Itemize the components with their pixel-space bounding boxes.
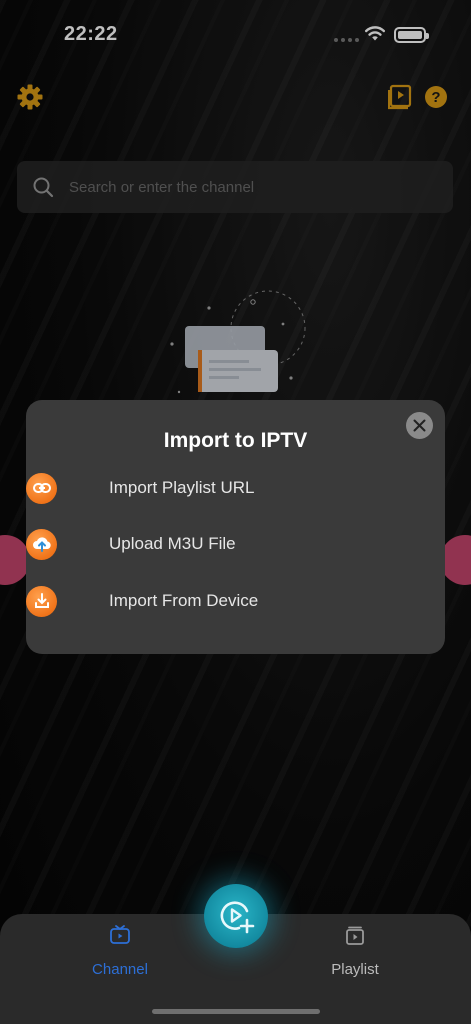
link-icon bbox=[26, 472, 57, 504]
tab-channel[interactable]: Channel bbox=[70, 924, 170, 978]
screen: 22:22 ? Search or enter the channel Impo… bbox=[0, 0, 471, 1024]
option-label: Import Playlist URL bbox=[109, 478, 255, 497]
tv-icon bbox=[110, 925, 130, 944]
cloud-upload-icon bbox=[26, 528, 57, 560]
download-icon bbox=[26, 585, 57, 617]
close-button[interactable] bbox=[406, 412, 433, 439]
option-label: Import From Device bbox=[109, 591, 259, 610]
option-label: Upload M3U File bbox=[109, 534, 236, 553]
modal-title: Import to IPTV bbox=[163, 429, 308, 452]
play-add-icon bbox=[220, 901, 255, 934]
tab-playlist[interactable]: Playlist bbox=[305, 924, 405, 978]
playlist-icon bbox=[346, 926, 364, 945]
import-from-device-option[interactable]: Import From Device bbox=[26, 583, 386, 619]
upload-m3u-file-option[interactable]: Upload M3U File bbox=[26, 526, 386, 562]
add-playlist-button[interactable] bbox=[204, 884, 268, 948]
tab-label: Playlist bbox=[331, 961, 379, 978]
home-indicator bbox=[152, 1009, 320, 1014]
tab-label: Channel bbox=[92, 961, 148, 978]
close-icon bbox=[413, 419, 426, 432]
import-playlist-url-option[interactable]: Import Playlist URL bbox=[26, 470, 386, 506]
